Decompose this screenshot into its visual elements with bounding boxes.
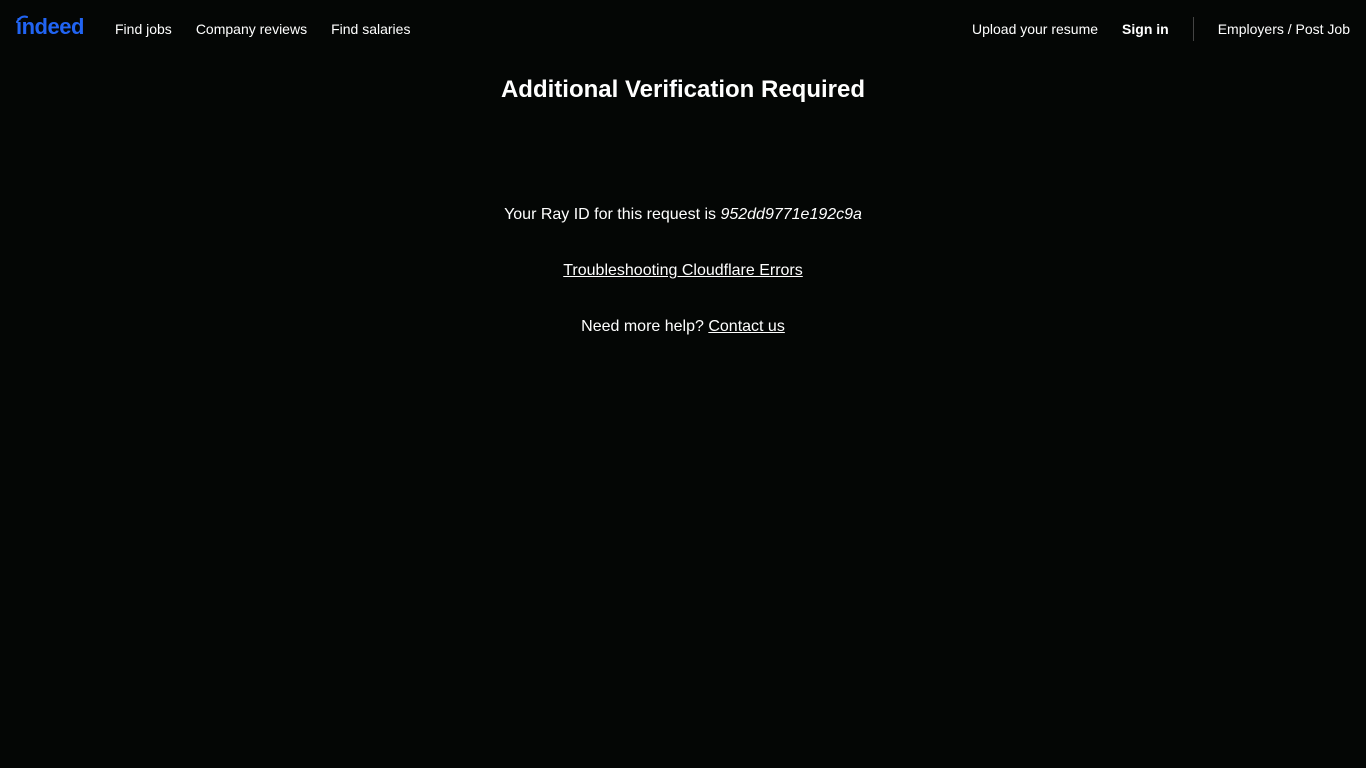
logo-arc-icon <box>16 15 28 23</box>
help-line: Need more help? Contact us <box>0 317 1366 337</box>
ray-id-line: Your Ray ID for this request is 952dd977… <box>0 205 1366 225</box>
company-reviews-link[interactable]: Company reviews <box>196 21 307 37</box>
primary-nav: Find jobs Company reviews Find salaries <box>115 0 434 58</box>
indeed-logo-wordmark: indeed <box>16 14 84 40</box>
troubleshooting-line: Troubleshooting Cloudflare Errors <box>0 261 1366 281</box>
top-navigation-bar: indeed Find jobs Company reviews Find sa… <box>0 0 1366 58</box>
nav-divider <box>1192 17 1194 41</box>
upload-resume-link[interactable]: Upload your resume <box>972 21 1098 37</box>
secondary-nav: Upload your resume Sign in Employers / P… <box>972 0 1350 58</box>
page-title: Additional Verification Required <box>500 76 866 103</box>
find-jobs-link[interactable]: Find jobs <box>115 21 172 37</box>
verification-content: Additional Verification Required Your Ra… <box>0 58 1366 337</box>
ray-id-value: 952dd9771e192c9a <box>720 206 862 223</box>
troubleshooting-link[interactable]: Troubleshooting Cloudflare Errors <box>563 262 803 279</box>
employers-post-job-link[interactable]: Employers / Post Job <box>1218 21 1350 37</box>
contact-us-link[interactable]: Contact us <box>708 318 784 335</box>
sign-in-link[interactable]: Sign in <box>1122 21 1169 37</box>
help-prefix: Need more help? <box>581 318 709 335</box>
ray-id-prefix: Your Ray ID for this request is <box>504 206 721 223</box>
indeed-logo[interactable]: indeed <box>16 14 84 40</box>
find-salaries-link[interactable]: Find salaries <box>331 21 410 37</box>
